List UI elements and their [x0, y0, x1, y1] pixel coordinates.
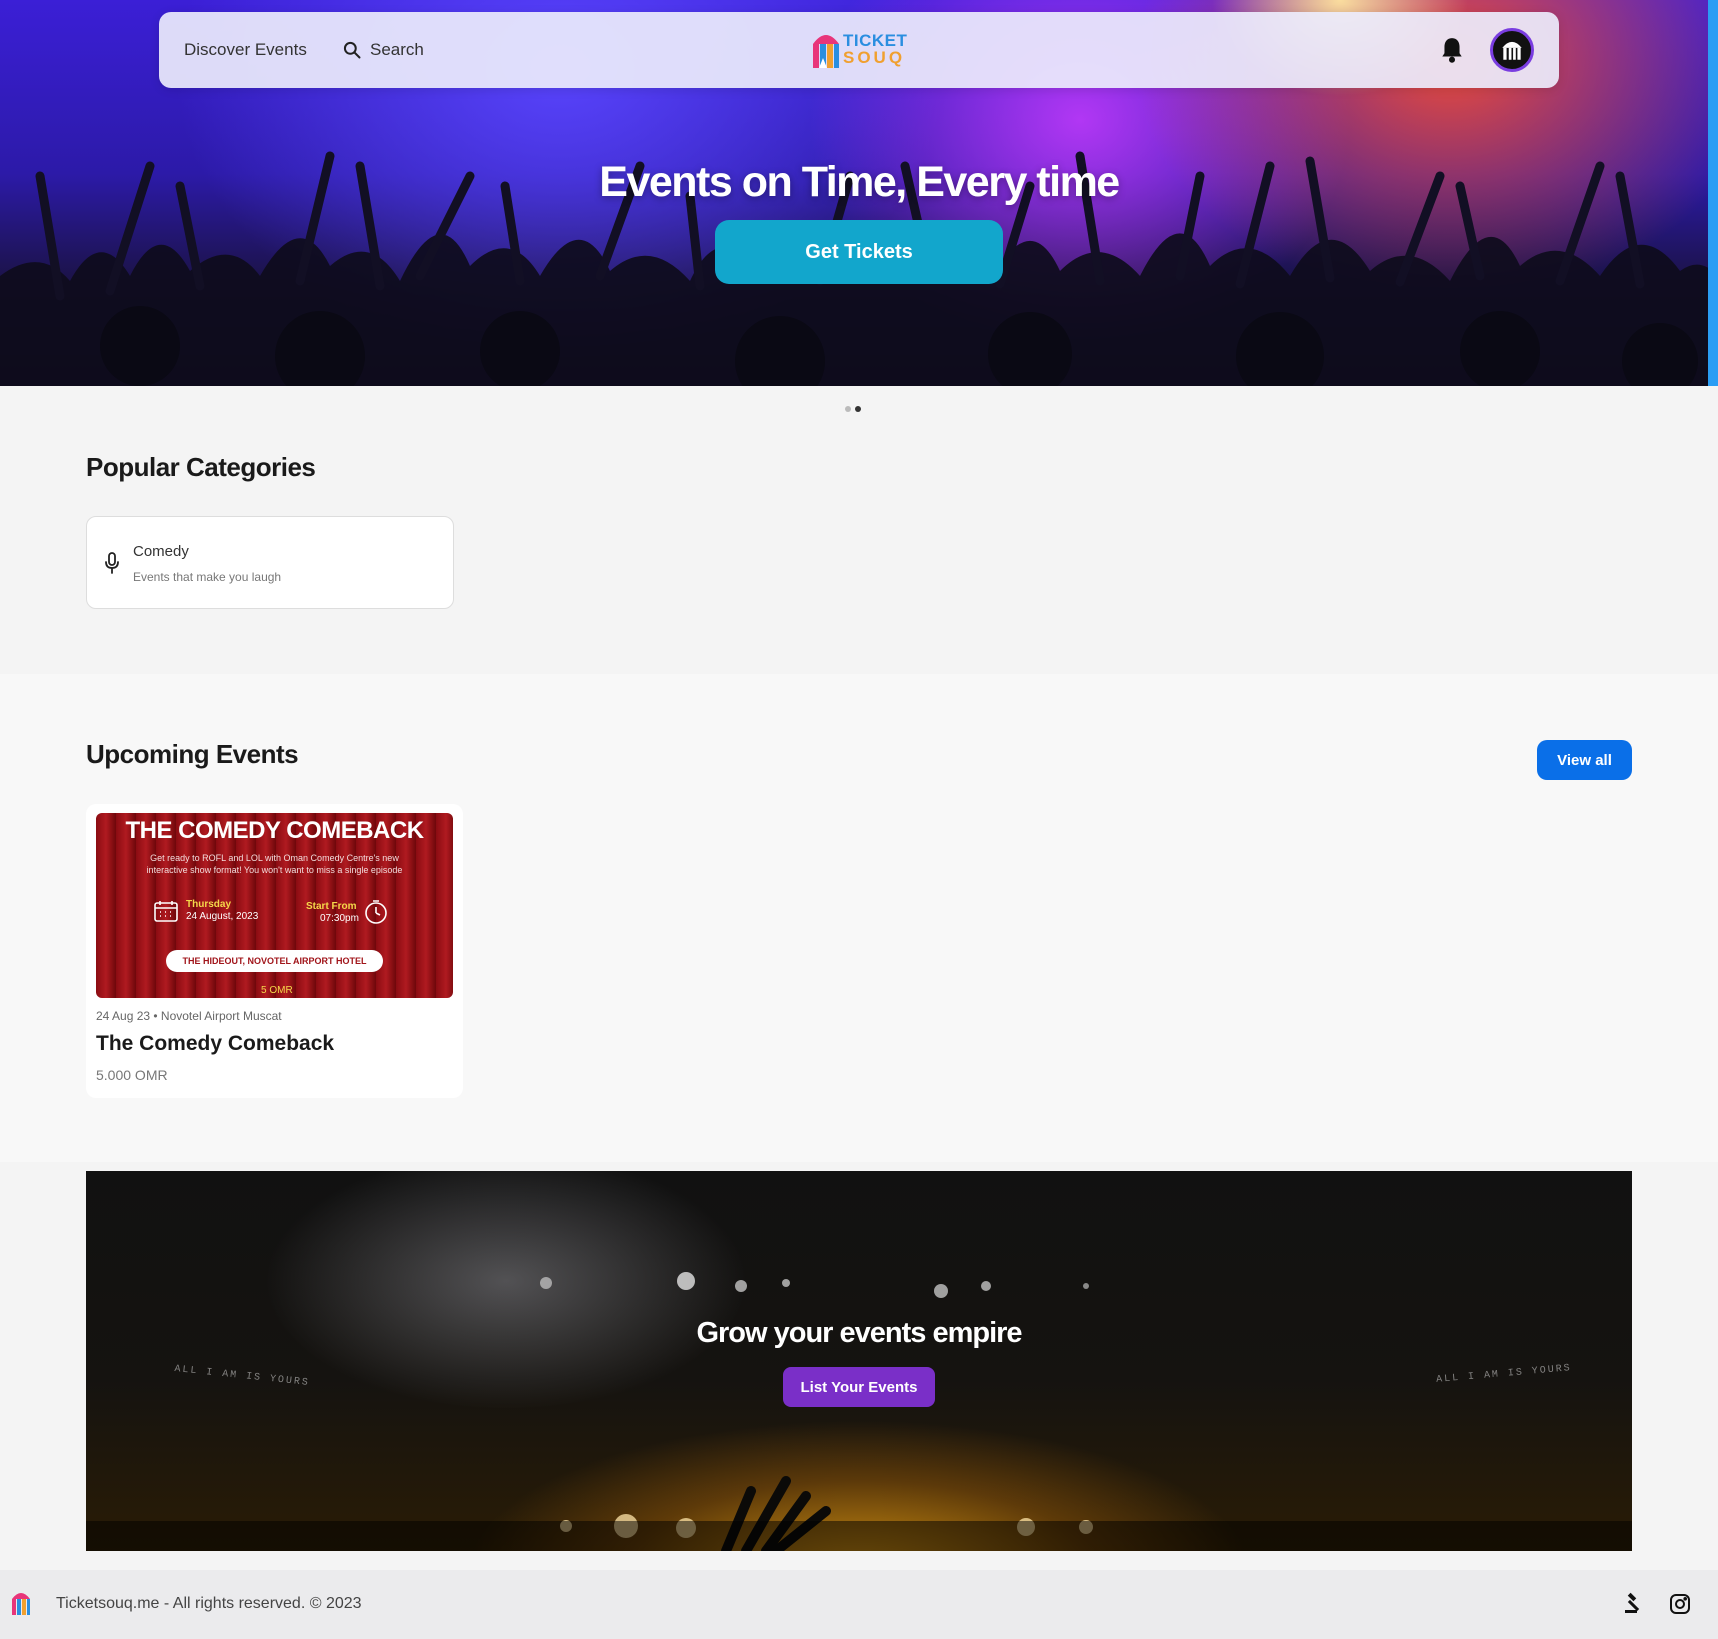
list-your-events-button[interactable]: List Your Events [783, 1367, 935, 1407]
popular-categories-title: Popular Categories [86, 452, 316, 482]
hero-banner: Discover Events Search TICKET SOUQ Event… [0, 0, 1718, 386]
category-description: Events that make you laugh [133, 570, 282, 584]
microphone-icon [105, 552, 119, 574]
get-tickets-button[interactable]: Get Tickets [715, 220, 1003, 284]
user-avatar[interactable] [1490, 28, 1534, 72]
event-price: 5.000 OMR [96, 1067, 168, 1083]
poster-date: 24 August, 2023 [186, 911, 259, 922]
poster-start-label: Start From [306, 901, 357, 912]
cta-banner: ALL I AM IS YOURS ALL I AM IS YOURS Grow… [86, 1171, 1632, 1551]
search-label: Search [370, 40, 424, 59]
calendar-icon [154, 901, 178, 922]
poster-day: Thursday [186, 899, 232, 910]
poster-start-time: 07:30pm [320, 913, 359, 924]
poster-venue: THE HIDEOUT, NOVOTEL AIRPORT HOTEL [166, 950, 383, 972]
notification-bell-icon[interactable] [1439, 36, 1465, 64]
search-icon [343, 41, 361, 59]
event-name[interactable]: The Comedy Comeback [96, 1032, 334, 1056]
footer-logo-icon[interactable] [11, 1589, 31, 1617]
logo-tent-icon [813, 35, 839, 68]
logo-line1: TICKET [843, 31, 908, 50]
discover-events-link[interactable]: Discover Events [184, 40, 307, 60]
event-meta: 24 Aug 23 • Novotel Airport Muscat [96, 1009, 282, 1023]
avatar-logo-icon [1502, 41, 1522, 60]
stage-lights-decoration [86, 1272, 1632, 1551]
search-button[interactable]: Search [342, 40, 424, 60]
category-card-comedy[interactable]: Comedy Events that make you laugh [86, 516, 454, 609]
poster-title: THE COMEDY COMEBACK [125, 817, 424, 844]
event-card[interactable]: THE COMEDY COMEBACK Get ready to ROFL an… [86, 804, 463, 1098]
clock-icon [365, 900, 387, 924]
poster-blurb: Get ready to ROFL and LOL with Oman Come… [146, 853, 403, 875]
poster-price: 5 OMR [261, 985, 293, 996]
ticketsouq-logo[interactable]: TICKET SOUQ [809, 28, 909, 74]
event-poster: THE COMEDY COMEBACK Get ready to ROFL an… [96, 813, 453, 998]
carousel-dot-1[interactable] [845, 406, 851, 412]
top-navbar: Discover Events Search TICKET SOUQ [159, 12, 1559, 88]
footer-copyright: Ticketsouq.me - All rights reserved. © 2… [56, 1595, 362, 1612]
view-all-button[interactable]: View all [1537, 740, 1632, 780]
upcoming-events-title: Upcoming Events [86, 739, 299, 769]
carousel-dot-2[interactable] [855, 406, 861, 412]
gavel-icon[interactable] [1622, 1592, 1646, 1616]
category-name: Comedy [133, 543, 189, 560]
cta-title: Grow your events empire [696, 1317, 1022, 1349]
logo-line2: SOUQ [843, 48, 906, 67]
footer: Ticketsouq.me - All rights reserved. © 2… [0, 1570, 1718, 1639]
carousel-dots [845, 406, 861, 412]
hero-title: Events on Time, Every time [599, 158, 1120, 206]
instagram-icon[interactable] [1668, 1592, 1692, 1616]
